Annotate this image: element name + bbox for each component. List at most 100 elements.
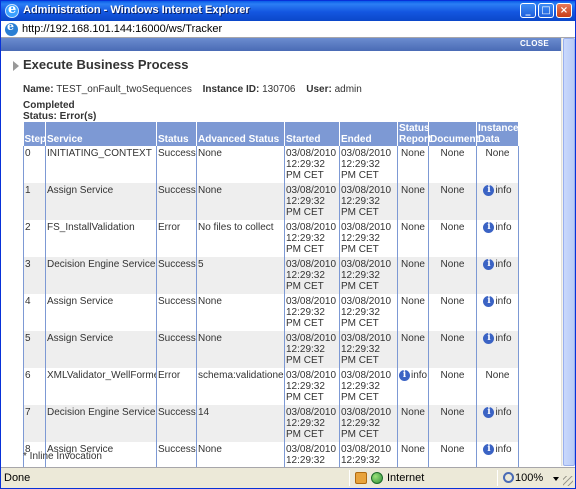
adv-status-cell: schema:validationerr — [196, 368, 285, 405]
vertical-scrollbar[interactable] — [561, 38, 575, 466]
dialog-close-link[interactable]: CLOSE — [520, 39, 549, 48]
service-cell-text: Decision Engine Service — [47, 407, 156, 418]
error-status: Status: Error(s) — [23, 111, 97, 122]
service-cell-text: FS_InstallValidation — [47, 222, 135, 233]
close-window-button[interactable]: × — [556, 3, 572, 18]
table-row: 0 INITIATING_CONTEXT Success None 03/08/2010… — [23, 146, 519, 183]
document-cell-text: None — [440, 370, 465, 381]
instance-data-cell[interactable]: i info — [476, 331, 519, 368]
browser-window: Administration - Windows Internet Explor… — [0, 0, 576, 489]
zoom-icon[interactable] — [503, 472, 514, 483]
instance-data-cell[interactable]: i info — [476, 183, 519, 220]
instance-data-cell-text: None — [485, 148, 510, 159]
started-cell: 03/08/2010 12:29:32 PM CET — [284, 257, 340, 294]
info-link[interactable]: info — [495, 296, 511, 307]
service-cell: FS_InstallValidation — [45, 220, 157, 257]
zoom-level[interactable]: 100% — [515, 472, 543, 484]
service-cell-text: XMLValidator_WellFormed — [47, 370, 157, 381]
status-report-cell[interactable]: i info — [397, 368, 429, 405]
started-cell: 03/08/2010 12:29:32 PM CET — [284, 368, 340, 405]
status-cell: Success — [156, 294, 197, 331]
status-report-cell-text: None — [401, 185, 425, 196]
status-cell-text: Success — [158, 148, 196, 159]
adv-status-cell-text: schema:validationerr — [198, 370, 285, 381]
url-text[interactable]: http://192.168.101.144:16000/ws/Tracker — [22, 23, 222, 35]
table-row: 7 Decision Engine Service Success 14 03/08/2… — [23, 405, 519, 442]
info-icon[interactable]: i — [483, 185, 495, 196]
ended-cell-text: 03/08/2010 12:29:32 PM CET — [341, 222, 392, 255]
service-cell: XMLValidator_WellFormed — [45, 368, 157, 405]
adv-status-cell: None — [196, 294, 285, 331]
info-link[interactable]: info — [495, 222, 511, 233]
table-row: 3 Decision Engine Service Success 5 03/08/20… — [23, 257, 519, 294]
document-cell: None — [428, 257, 477, 294]
info-icon[interactable]: i — [399, 370, 410, 381]
info-link[interactable]: info — [495, 259, 511, 270]
instance-data-cell[interactable]: i info — [476, 294, 519, 331]
info-icon[interactable]: i — [483, 333, 495, 344]
info-link[interactable]: info — [495, 333, 511, 344]
info-link[interactable]: info — [495, 444, 511, 455]
ended-cell: 03/08/2010 12:29:32 PM CET — [339, 331, 398, 368]
scrollbar-thumb[interactable] — [563, 38, 575, 466]
status-report-cell: None — [397, 183, 429, 220]
ended-cell-text: 03/08/2010 12:29:32 PM CET — [341, 370, 392, 403]
info-link[interactable]: info — [495, 185, 511, 196]
zoom-dropdown-arrow-icon[interactable] — [553, 477, 559, 481]
protected-mode-icon[interactable] — [355, 472, 367, 484]
table-row: 5 Assign Service Success None 03/08/2010 12:… — [23, 331, 519, 368]
status-cell: Error — [156, 220, 197, 257]
instance-data-cell: None — [476, 146, 519, 183]
step-cell-text: 1 — [25, 185, 31, 196]
started-cell-text: 03/08/2010 12:29:32 PM CET — [286, 370, 337, 403]
started-cell: 03/08/2010 12:29:32 PM CET — [284, 331, 340, 368]
maximize-button[interactable]: □ — [538, 3, 554, 18]
address-bar[interactable]: http://192.168.101.144:16000/ws/Tracker — [1, 20, 575, 38]
ended-cell-text: 03/08/2010 12:29:32 PM CET — [341, 185, 392, 218]
info-link[interactable]: info — [411, 370, 427, 381]
info-icon[interactable]: i — [483, 222, 495, 233]
document-cell: None — [428, 183, 477, 220]
status-cell-text: Error — [158, 370, 181, 381]
step-cell: 0 — [23, 146, 46, 183]
instance-label: Instance ID: — [202, 84, 260, 95]
instance-data-cell[interactable]: i info — [476, 257, 519, 294]
name-label: Name: — [23, 84, 54, 95]
info-icon[interactable]: i — [483, 259, 495, 270]
service-cell-text: Assign Service — [47, 185, 114, 196]
info-icon[interactable]: i — [483, 444, 495, 455]
instance-data-cell-text: None — [485, 370, 510, 381]
status-cell: Success — [156, 257, 197, 294]
footnote: * Inline Invocation — [23, 451, 102, 462]
resize-grip-icon[interactable] — [563, 476, 573, 486]
document-cell: None — [428, 294, 477, 331]
title-bar[interactable]: Administration - Windows Internet Explor… — [1, 1, 575, 21]
window-title: Administration - Windows Internet Explor… — [23, 4, 250, 16]
status-report-cell-text: None — [401, 296, 425, 307]
table-body: 0 INITIATING_CONTEXT Success None 03/08/2010… — [23, 146, 519, 480]
step-cell: 2 — [23, 220, 46, 257]
info-icon[interactable]: i — [483, 296, 495, 307]
step-cell-text: 5 — [25, 333, 31, 344]
step-cell-text: 4 — [25, 296, 31, 307]
instance-data-cell[interactable]: i info — [476, 220, 519, 257]
ended-cell: 03/08/2010 12:29:32 PM CET — [339, 220, 398, 257]
ended-cell-text: 03/08/2010 12:29:32 PM CET — [341, 296, 392, 329]
page-icon — [5, 20, 18, 36]
table-header-row: Step Service Status Advanced Status Star… — [23, 122, 519, 146]
info-icon[interactable]: i — [483, 407, 495, 418]
status-report-cell-text: None — [401, 444, 425, 455]
status-separator — [349, 470, 350, 486]
status-cell-text: Success — [158, 444, 196, 455]
status-cell-text: Success — [158, 407, 196, 418]
info-link[interactable]: info — [495, 407, 511, 418]
instance-data-cell[interactable]: i info — [476, 405, 519, 442]
ended-cell: 03/08/2010 12:29:32 PM CET — [339, 183, 398, 220]
col-status-report: Status Report — [397, 122, 432, 146]
status-report-cell-text: None — [401, 148, 425, 159]
page-title: Execute Business Process — [23, 57, 189, 72]
step-cell-text: 0 — [25, 148, 31, 159]
started-cell: 03/08/2010 12:29:32 PM CET — [284, 294, 340, 331]
security-zone-label[interactable]: Internet — [387, 472, 424, 484]
minimize-button[interactable]: _ — [520, 3, 536, 18]
